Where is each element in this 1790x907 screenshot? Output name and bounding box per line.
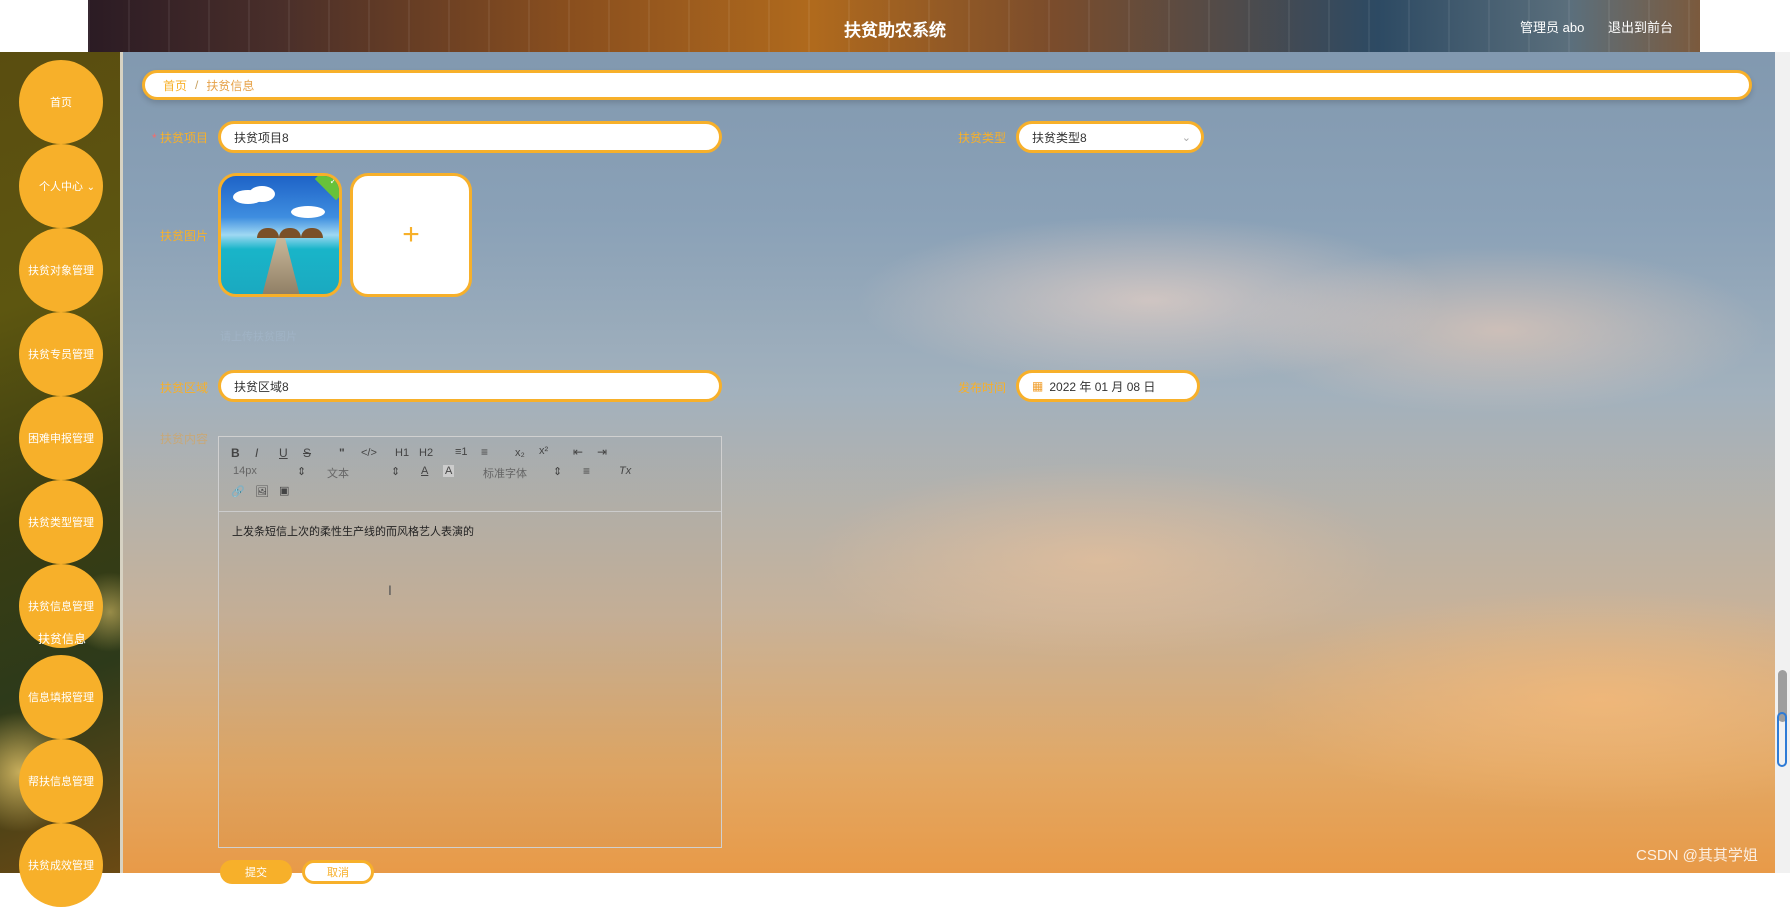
strike-button[interactable]: S [303,446,311,460]
italic-button[interactable]: I [255,446,258,460]
chevron-updown-icon: ⇕ [553,466,563,478]
text-format-select[interactable]: 文本 [327,465,349,481]
upload-add-button[interactable]: + [350,173,472,297]
sidebar-item-poverty-officers[interactable]: 扶贫专员管理 [19,312,103,396]
image-icon[interactable]: 🖼 [255,485,269,498]
heading1-button[interactable]: H1 [395,447,409,459]
rich-text-editor[interactable]: B I U S " </> H1 H2 ≡1 ≡ x₂ x² ⇤ ⇥ 14px … [218,436,722,848]
sidebar-item-assistance-info[interactable]: 帮扶信息管理 [19,739,103,823]
heading2-button[interactable]: H2 [419,447,433,459]
sidebar-item-results[interactable]: 扶贫成效管理 [19,823,103,907]
font-family-select[interactable]: 标准字体 [483,465,527,481]
bullet-list-button[interactable]: ≡ [481,445,488,459]
link-icon[interactable]: 🔗 [231,485,245,498]
top-header: 扶贫助农系统 管理员 abo 退出到前台 [0,0,1790,52]
code-block-button[interactable]: </> [361,447,377,459]
subscript-button[interactable]: x₂ [515,447,525,459]
font-color-button[interactable]: A [421,465,428,477]
ordered-list-button[interactable]: ≡1 [455,446,468,458]
bold-button[interactable]: B [231,446,240,460]
breadcrumb-current: 扶贫信息 [206,78,255,93]
sidebar-item-poverty-targets[interactable]: 扶贫对象管理 [19,228,103,312]
date-label: 发布时间 [957,381,1006,395]
editor-content[interactable]: 上发条短信上次的柔性生产线的而风格艺人表演的 [232,523,474,539]
superscript-button[interactable]: x² [539,445,548,457]
project-input[interactable]: 扶贫项目8 [218,121,722,153]
breadcrumb-home[interactable]: 首页 [163,77,187,94]
date-picker[interactable]: ▦ 2022 年 01 月 08 日 [1016,370,1200,402]
font-size-select[interactable]: 14px [233,465,257,477]
sidebar-item-home[interactable]: 首页 [19,60,103,144]
image-label: 扶贫图片 [159,229,208,243]
sidebar-item-poverty-types[interactable]: 扶贫类型管理 [19,480,103,564]
uploaded-image-thumbnail[interactable]: ✓ [218,173,342,297]
user-name: 管理员 abo [1520,20,1585,35]
background-color-button[interactable]: A [443,465,455,477]
sidebar-item-personal-center[interactable]: 个人中心 ⌄ [19,144,103,228]
chevron-updown-icon: ⇕ [391,466,401,478]
sidebar-item-info-filing[interactable]: 信息填报管理 [19,655,103,739]
project-label: * 扶贫项目 [151,131,208,145]
video-icon[interactable]: ▣ [279,484,289,497]
sidebar-item-hardship-reports[interactable]: 困难申报管理 [19,396,103,480]
outdent-button[interactable]: ⇤ [573,445,583,459]
plus-icon: + [402,218,420,251]
logout-link[interactable]: 退出到前台 [1608,20,1673,35]
underline-button[interactable]: U [279,446,288,460]
type-select[interactable]: 扶贫类型8 ⌄ [1016,121,1204,153]
type-label: 扶贫类型 [957,131,1006,145]
upload-tip: 请上传扶贫图片 [220,331,297,343]
clear-format-button[interactable]: Tx [619,465,631,477]
page-scrollbar[interactable] [1775,52,1790,873]
success-badge [314,176,339,201]
cancel-button[interactable]: 取消 [302,860,374,884]
watermark: CSDN @其其学姐 [1636,847,1758,864]
align-button[interactable]: ≡ [583,464,590,478]
sidebar-subitem-poverty-info[interactable]: 扶贫信息 [38,630,86,647]
area-input[interactable]: 扶贫区域8 [218,370,722,402]
blockquote-button[interactable]: " [339,446,345,460]
chevron-updown-icon: ⇕ [297,466,307,478]
chevron-down-icon: ⌄ [86,182,95,193]
content-label: 扶贫内容 [159,432,208,446]
breadcrumb: 首页 / 扶贫信息 [142,70,1752,100]
editor-toolbar: B I U S " </> H1 H2 ≡1 ≡ x₂ x² ⇤ ⇥ 14px … [219,437,721,512]
calendar-icon: ▦ [1032,379,1044,393]
text-cursor-icon: I [388,582,392,598]
chevron-down-icon: ⌄ [1181,132,1191,144]
area-label: 扶贫区域 [159,381,208,395]
submit-button[interactable]: 提交 [220,860,292,884]
check-icon: ✓ [329,176,337,186]
indent-button[interactable]: ⇥ [597,445,607,459]
